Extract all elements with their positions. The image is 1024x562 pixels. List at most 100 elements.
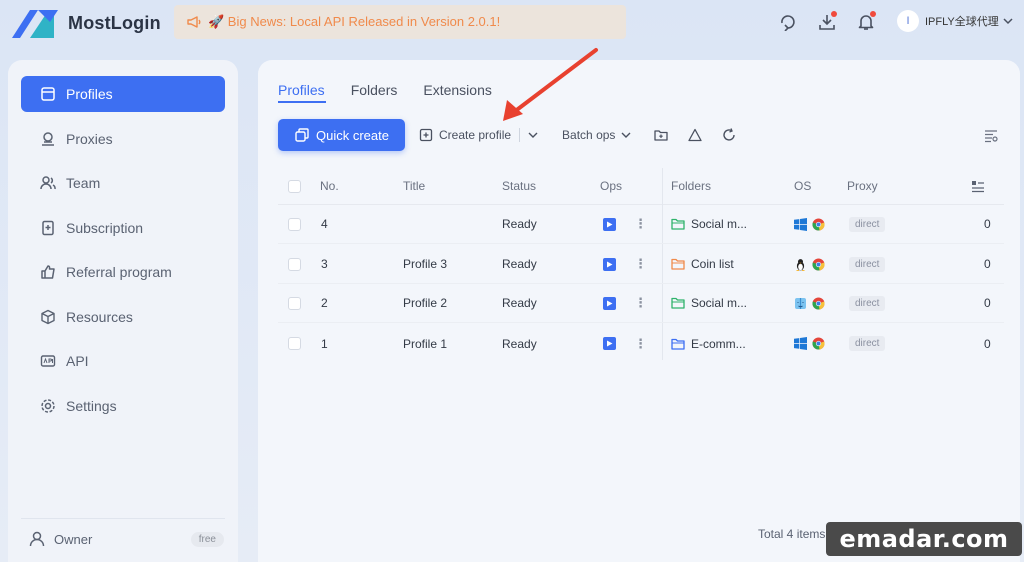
- profile-icon: [39, 85, 57, 103]
- folder-cell[interactable]: Coin list: [671, 257, 734, 271]
- column-folders[interactable]: Folders: [671, 179, 711, 193]
- download-icon[interactable]: [816, 11, 838, 33]
- column-ops: Ops: [600, 179, 623, 193]
- owner-label: Owner: [54, 531, 93, 547]
- folder-cell[interactable]: Social m...: [671, 296, 747, 310]
- subscription-icon: [39, 219, 57, 237]
- copy-icon: [295, 128, 309, 142]
- more-icon[interactable]: ⋮: [634, 216, 647, 232]
- table-row[interactable]: 1 Profile 1 Ready ⋮ E-comm... direct 0: [278, 324, 1004, 363]
- sidebar-item-label: Proxies: [66, 131, 113, 147]
- row-checkbox[interactable]: [288, 217, 301, 231]
- chrome-icon: [812, 218, 825, 230]
- create-profile-button[interactable]: Create profile: [419, 128, 511, 142]
- gear-icon: [39, 397, 57, 415]
- folder-cell[interactable]: Social m...: [671, 217, 747, 231]
- notification-dot: [870, 11, 876, 17]
- proxy-icon: [39, 130, 57, 148]
- sidebar-item-team[interactable]: Team: [21, 165, 225, 201]
- chevron-down-icon: [621, 132, 631, 138]
- top-bar: MostLogin 🚀 Big News: Local API Released…: [0, 0, 1024, 46]
- more-icon[interactable]: ⋮: [634, 336, 647, 352]
- sidebar-item-api[interactable]: API: [21, 343, 225, 379]
- announcement-banner[interactable]: 🚀 Big News: Local API Released in Versio…: [174, 5, 626, 39]
- row-status: Ready: [502, 296, 537, 310]
- row-checkbox[interactable]: [288, 296, 301, 310]
- table-row[interactable]: 2 Profile 2 Ready ⋮ Social m... direct 0: [278, 284, 1004, 323]
- sidebar-item-label: Referral program: [66, 264, 172, 280]
- sidebar-item-profiles[interactable]: Profiles: [21, 76, 225, 112]
- column-status[interactable]: Status: [502, 179, 536, 193]
- tab-bar: Profiles Folders Extensions: [278, 82, 518, 98]
- row-checkbox[interactable]: [288, 257, 301, 271]
- row-count: 0: [984, 257, 991, 271]
- sidebar-item-subscription[interactable]: Subscription: [21, 210, 225, 246]
- more-icon[interactable]: ⋮: [634, 256, 647, 272]
- proxy-tag: direct: [849, 256, 886, 272]
- user-icon: [29, 531, 45, 547]
- column-title[interactable]: Title: [403, 179, 425, 193]
- owner-role[interactable]: Owner free: [28, 528, 224, 550]
- folder-icon: [671, 258, 685, 270]
- folder-name: Social m...: [691, 217, 748, 231]
- sync-icon[interactable]: [777, 11, 799, 33]
- play-icon[interactable]: [603, 337, 616, 350]
- divider: [21, 518, 225, 519]
- proxy-tag: direct: [849, 216, 886, 232]
- tab-extensions[interactable]: Extensions: [423, 82, 491, 98]
- sidebar-item-label: Team: [66, 175, 101, 191]
- sidebar-item-label: Resources: [66, 309, 133, 325]
- batch-ops-button[interactable]: Batch ops: [562, 128, 631, 142]
- chevron-down-icon[interactable]: [528, 130, 538, 140]
- sidebar-item-resources[interactable]: Resources: [21, 299, 225, 335]
- column-no[interactable]: No.: [320, 179, 339, 193]
- row-status: Ready: [502, 336, 537, 351]
- user-name: IPFLY全球代理: [925, 16, 999, 28]
- more-icon[interactable]: ⋮: [634, 295, 647, 311]
- tab-profiles[interactable]: Profiles: [278, 82, 325, 98]
- folder-icon: [671, 338, 685, 350]
- active-tab-indicator: [278, 101, 326, 103]
- sidebar-item-referral-program[interactable]: Referral program: [21, 254, 225, 290]
- folder-icon: [671, 218, 685, 230]
- sidebar-item-label: Settings: [66, 398, 117, 414]
- row-status: Ready: [502, 257, 537, 271]
- row-count: 0: [984, 296, 991, 310]
- plan-badge: free: [190, 531, 224, 547]
- sidebar-item-settings[interactable]: Settings: [21, 388, 225, 424]
- row-title: Profile 1: [403, 336, 448, 351]
- folder-add-icon[interactable]: [653, 127, 669, 143]
- row-count: 0: [984, 336, 991, 351]
- row-checkbox[interactable]: [288, 337, 301, 350]
- row-no: 3: [321, 257, 328, 271]
- table-row[interactable]: 4 Ready ⋮ Social m... direct 0: [278, 205, 1004, 244]
- bell-icon[interactable]: [855, 11, 877, 33]
- column-os[interactable]: OS: [794, 179, 811, 193]
- app-logo[interactable]: MostLogin: [8, 4, 161, 42]
- folder-icon: [671, 297, 685, 309]
- megaphone-icon: [187, 16, 201, 28]
- sidebar: Profiles Proxies Team Subscription Refer…: [8, 60, 238, 562]
- folder-cell[interactable]: E-comm...: [671, 337, 746, 351]
- quick-create-button[interactable]: Quick create: [278, 119, 405, 151]
- batch-ops-label: Batch ops: [562, 128, 616, 142]
- column-proxy[interactable]: Proxy: [847, 179, 878, 193]
- toolbar: Quick create Create profile Batch ops: [278, 119, 737, 151]
- play-icon[interactable]: [603, 217, 616, 231]
- sidebar-item-proxies[interactable]: Proxies: [21, 121, 225, 157]
- refresh-icon[interactable]: [721, 127, 737, 143]
- column-list-icon[interactable]: [971, 180, 985, 193]
- row-status: Ready: [502, 217, 537, 231]
- row-title: Profile 2: [403, 296, 448, 310]
- cube-icon: [39, 308, 57, 326]
- select-all-checkbox[interactable]: [288, 179, 301, 193]
- play-icon[interactable]: [603, 296, 616, 310]
- column-settings-icon[interactable]: [983, 128, 999, 144]
- chevron-down-icon: [1003, 18, 1013, 25]
- tab-folders[interactable]: Folders: [351, 82, 398, 98]
- user-menu[interactable]: I IPFLY全球代理: [897, 10, 1013, 32]
- play-icon[interactable]: [603, 257, 616, 271]
- triangle-icon[interactable]: [687, 127, 703, 143]
- row-count: 0: [984, 217, 991, 231]
- table-row[interactable]: 3 Profile 3 Ready ⋮ Coin list direct 0: [278, 245, 1004, 284]
